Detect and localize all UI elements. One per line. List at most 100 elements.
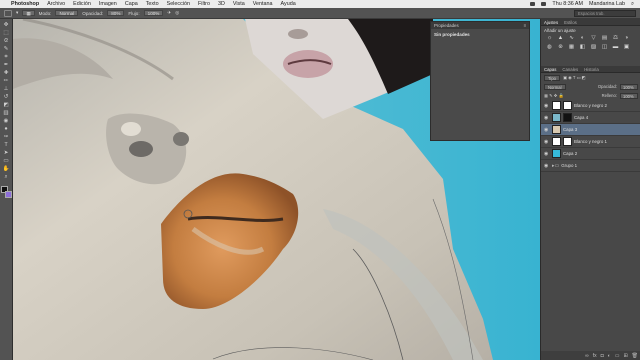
layer-row[interactable]: ◉ Blanco y negro 1 <box>541 136 640 148</box>
airbrush-icon[interactable]: ✈ <box>167 10 171 16</box>
panel-menu-icon[interactable]: ≡ <box>523 23 526 28</box>
brush-size-picker[interactable]: ▾ <box>16 10 18 16</box>
dodge-tool-icon[interactable]: ● <box>2 126 10 132</box>
gradient-tool-icon[interactable]: ▥ <box>2 110 10 116</box>
brush-preset-icon[interactable] <box>4 9 12 17</box>
brightness-icon[interactable]: ☼ <box>545 35 554 42</box>
clock[interactable]: Thu 8:36 AM <box>552 1 583 7</box>
blur-tool-icon[interactable]: ◉ <box>2 118 10 124</box>
bw-icon[interactable]: ◑ <box>622 35 631 42</box>
marquee-tool-icon[interactable]: ⬚ <box>2 30 10 36</box>
crop-tool-icon[interactable]: ⌗ <box>2 54 10 60</box>
visibility-eye-icon[interactable]: ◉ <box>544 151 550 157</box>
posterize-icon[interactable]: ▨ <box>589 44 598 51</box>
tab-estilos[interactable]: Estilos <box>564 20 577 25</box>
opacity-field[interactable]: 80% <box>107 10 125 16</box>
properties-header[interactable]: Propiedades ≡ <box>431 22 529 29</box>
visibility-eye-icon[interactable]: ◉ <box>544 163 550 169</box>
menu-item-filtro[interactable]: Filtro <box>198 1 210 7</box>
menu-item-edicion[interactable]: Edición <box>73 1 91 7</box>
new-group-icon[interactable]: ▭ <box>615 353 620 359</box>
menu-item-ventana[interactable]: Ventana <box>253 1 273 7</box>
photofilter-icon[interactable]: ◍ <box>545 44 554 51</box>
new-layer-icon[interactable]: ⊞ <box>623 353 627 359</box>
quick-select-tool-icon[interactable]: ✎ <box>2 46 10 52</box>
lock-icons[interactable]: ▦ ✎ ✥ 🔒 <box>544 93 564 99</box>
flow-field[interactable]: 100% <box>143 10 164 16</box>
pressure-icon[interactable]: ◎ <box>175 10 179 16</box>
invert-icon[interactable]: ◧ <box>578 44 587 51</box>
fx-icon[interactable]: fx <box>593 353 597 359</box>
tab-canales[interactable]: Canales <box>562 67 578 72</box>
threshold-icon[interactable]: ◫ <box>600 44 609 51</box>
spotlight-icon[interactable]: ⌕ <box>631 1 634 8</box>
gradientmap-icon[interactable]: ▬ <box>611 44 620 51</box>
adjustment-layer-icon[interactable]: ◐ <box>608 353 611 359</box>
tab-historia[interactable]: Historia <box>584 67 599 72</box>
layer-mask[interactable] <box>563 113 572 122</box>
healing-tool-icon[interactable]: ✚ <box>2 70 10 76</box>
hand-tool-icon[interactable]: ✋ <box>2 166 10 172</box>
menu-item-imagen[interactable]: Imagen <box>99 1 117 7</box>
brush-panel-toggle[interactable]: ▦ <box>22 10 35 16</box>
menu-item-texto[interactable]: Texto <box>146 1 159 7</box>
workspace-select[interactable]: Espacios trab. <box>574 9 636 17</box>
layer-mask[interactable] <box>563 101 572 110</box>
levels-icon[interactable]: ▲ <box>556 35 565 42</box>
colorbalance-icon[interactable]: ⚖ <box>611 35 620 42</box>
vibrance-icon[interactable]: ▽ <box>589 35 598 42</box>
menu-item-seleccion[interactable]: Selección <box>167 1 190 7</box>
background-color[interactable] <box>4 191 12 198</box>
visibility-eye-icon[interactable]: ◉ <box>544 115 550 121</box>
eraser-tool-icon[interactable]: ◩ <box>2 102 10 108</box>
menu-app-name[interactable]: Photoshop <box>11 1 39 7</box>
mode-select[interactable]: Normal <box>55 10 79 16</box>
kind-select[interactable]: Tipo <box>544 74 560 81</box>
shape-tool-icon[interactable]: ▭ <box>2 158 10 164</box>
channelmixer-icon[interactable]: ⊛ <box>556 44 565 51</box>
visibility-eye-icon[interactable]: ◉ <box>544 139 550 145</box>
type-tool-icon[interactable]: T <box>2 142 10 148</box>
lasso-tool-icon[interactable]: ᘓ <box>2 38 10 44</box>
layer-row[interactable]: ◉ Capa 4 <box>541 112 640 124</box>
history-brush-tool-icon[interactable]: ↺ <box>2 94 10 100</box>
huesat-icon[interactable]: ▤ <box>600 35 609 42</box>
layer-opacity-field[interactable]: 100% <box>620 83 638 90</box>
folder-icon[interactable]: ▸▭ <box>552 163 559 169</box>
menu-item-vista[interactable]: Vista <box>233 1 245 7</box>
menu-item-archivo[interactable]: Archivo <box>47 1 65 7</box>
selectivecolor-icon[interactable]: ▣ <box>622 44 631 51</box>
move-tool-icon[interactable]: ✥ <box>2 22 10 28</box>
brush-tool-icon[interactable]: ✏ <box>2 78 10 84</box>
zoom-tool-icon[interactable]: ⌕ <box>2 174 10 180</box>
user-name[interactable]: Mandarina Lab <box>589 1 625 7</box>
path-select-tool-icon[interactable]: ➤ <box>2 150 10 156</box>
add-mask-icon[interactable]: ◘ <box>601 353 604 359</box>
blend-mode-select[interactable]: Normal <box>544 83 566 90</box>
lookup-icon[interactable]: ▦ <box>567 44 576 51</box>
layer-mask[interactable] <box>563 137 572 146</box>
curves-icon[interactable]: ∿ <box>567 35 576 42</box>
visibility-eye-icon[interactable]: ◉ <box>544 127 550 133</box>
menu-item-ayuda[interactable]: Ayuda <box>281 1 296 7</box>
tab-ajustes[interactable]: Ajustes <box>544 20 558 25</box>
layer-row[interactable]: ◉ Blanco y negro 2 <box>541 100 640 112</box>
pen-tool-icon[interactable]: ✑ <box>2 134 10 140</box>
layer-row-selected[interactable]: ◉ Capa 3 <box>541 124 640 136</box>
layer-row[interactable]: ◉ Capa 2 <box>541 148 640 160</box>
wifi-icon[interactable] <box>541 2 547 6</box>
layer-row[interactable]: ◉ ▸▭ Grupo 1 <box>541 160 640 172</box>
color-swatches[interactable] <box>0 186 12 198</box>
exposure-icon[interactable]: ◐ <box>578 35 587 42</box>
filter-icons[interactable]: ▣ ◉ T ▭ ◩ <box>563 75 586 80</box>
link-icon[interactable]: ∞ <box>585 353 589 359</box>
fill-field[interactable]: 100% <box>620 92 638 99</box>
battery-icon[interactable] <box>530 2 536 6</box>
stamp-tool-icon[interactable]: ⊥ <box>2 86 10 92</box>
eyedropper-tool-icon[interactable]: ✒ <box>2 62 10 68</box>
menu-item-3d[interactable]: 3D <box>218 1 225 7</box>
menu-item-capa[interactable]: Capa <box>125 1 138 7</box>
trash-icon[interactable]: 🗑 <box>632 353 638 359</box>
tab-capas[interactable]: Capas <box>544 67 556 72</box>
visibility-eye-icon[interactable]: ◉ <box>544 103 550 109</box>
